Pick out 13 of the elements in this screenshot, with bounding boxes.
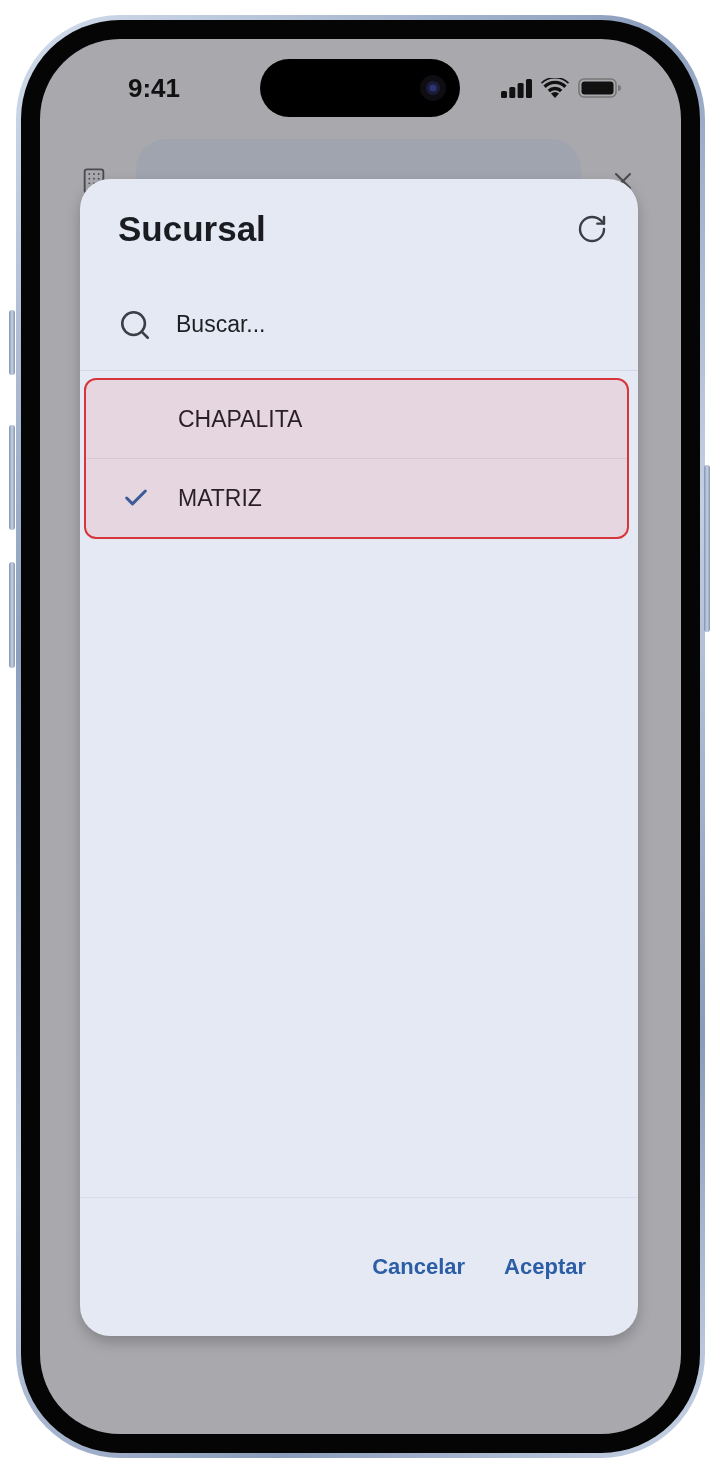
refresh-icon[interactable] — [576, 213, 608, 245]
dialog-title: Sucursal — [118, 209, 266, 249]
list-item[interactable]: CHAPALITA — [86, 380, 627, 458]
status-time: 9:41 — [128, 72, 182, 104]
camera-lens-icon — [420, 75, 446, 101]
search-field[interactable]: Buscar... — [176, 304, 608, 345]
signal-icon — [501, 78, 532, 98]
phone-side-ridge — [9, 310, 15, 375]
list-item[interactable]: MATRIZ — [86, 459, 627, 537]
battery-icon — [578, 78, 621, 98]
cancel-button[interactable]: Cancelar — [360, 1244, 478, 1290]
accept-button[interactable]: Aceptar — [492, 1244, 598, 1290]
wifi-icon — [541, 78, 569, 98]
